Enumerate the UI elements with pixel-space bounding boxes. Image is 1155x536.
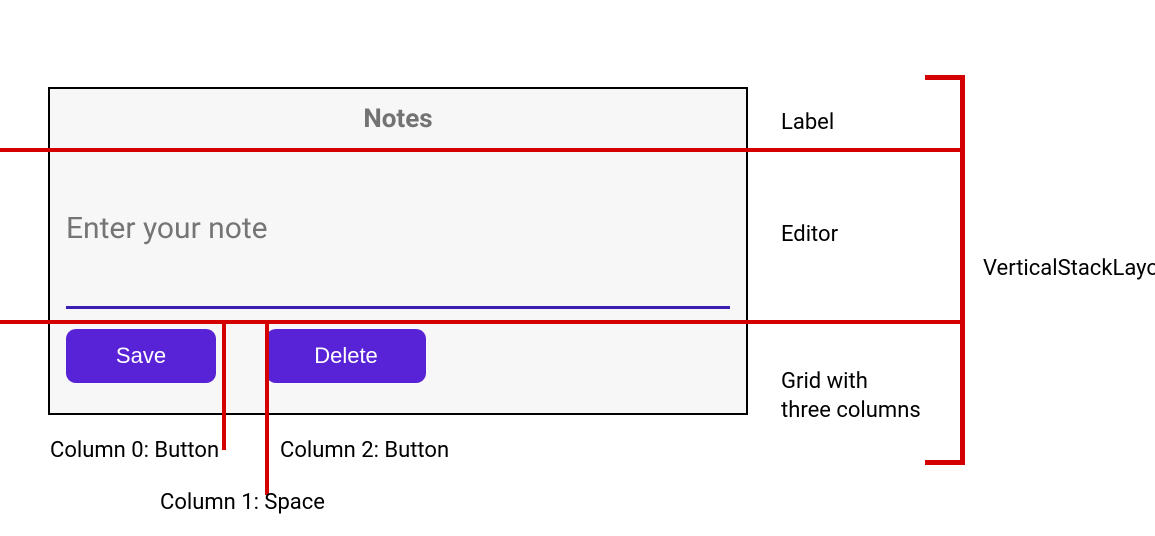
diagram-canvas: Notes Save Delete Label Editor Grid with…: [0, 0, 1155, 536]
delete-button[interactable]: Delete: [266, 329, 426, 383]
editor-underline: [66, 306, 730, 309]
bracket-top: [925, 75, 965, 80]
divider-line: [0, 320, 960, 324]
annotation-col0: Column 0: Button: [50, 438, 219, 463]
annotation-grid: Grid with three columns: [781, 368, 921, 425]
editor-zone: [50, 149, 746, 309]
annotation-label: Label: [781, 110, 834, 135]
annotation-col1: Column 1: Space: [160, 490, 325, 515]
column-guide: [222, 320, 226, 450]
divider-line: [0, 148, 960, 152]
column-guide: [265, 320, 269, 495]
note-editor[interactable]: [66, 159, 730, 304]
annotation-col2: Column 2: Button: [280, 438, 449, 463]
app-panel: Notes Save Delete: [48, 87, 748, 415]
save-button[interactable]: Save: [66, 329, 216, 383]
header: Notes: [50, 89, 746, 149]
bracket-bottom: [925, 460, 965, 465]
annotation-stack: VerticalStackLayout: [983, 256, 1155, 281]
bracket-vertical: [960, 75, 965, 465]
annotation-editor: Editor: [781, 222, 838, 247]
page-title: Notes: [363, 104, 432, 134]
